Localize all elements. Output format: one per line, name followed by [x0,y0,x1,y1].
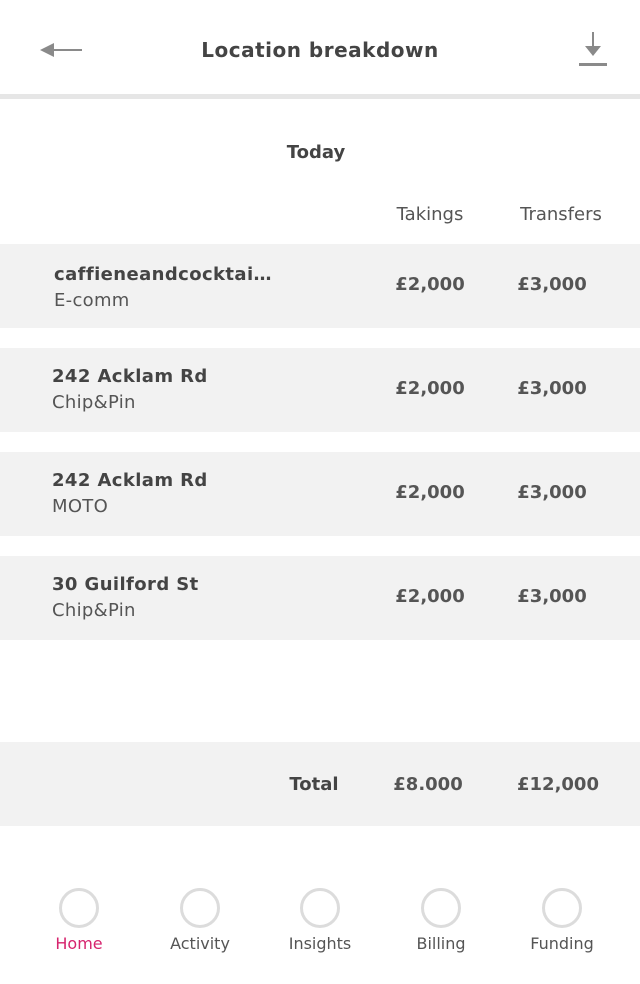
location-name: 242 Acklam Rd [52,366,208,387]
location-type: E-comm [54,290,130,311]
nav-item-billing[interactable]: Billing [386,886,496,966]
location-type: Chip&Pin [52,392,136,413]
location-transfers: £3,000 [517,482,587,503]
location-row[interactable]: 242 Acklam Rd Chip&Pin £2,000 £3,000 [0,348,640,432]
location-name: 242 Acklam Rd [52,470,208,491]
header-divider [0,94,640,99]
arrow-left-icon [40,40,84,64]
total-row: Total £8.000 £12,000 [0,742,640,826]
location-type: MOTO [52,496,109,517]
header: Location breakdown [0,0,640,96]
nav-item-home[interactable]: Home [24,886,134,966]
nav-label-insights: Insights [288,934,352,953]
nav-item-insights[interactable]: Insights [265,886,375,966]
nav-label-activity: Activity [170,934,230,953]
location-type: Chip&Pin [52,600,136,621]
home-icon [59,888,99,928]
activity-icon [180,888,220,928]
page-title: Location breakdown [201,38,439,62]
location-breakdown-screen: Location breakdown Today Takings Transfe… [0,0,640,984]
bottom-nav: Home Activity Insights Billing Funding [0,860,640,984]
total-transfers: £12,000 [517,774,599,795]
insights-icon [300,888,340,928]
location-takings: £2,000 [395,274,465,295]
download-icon [578,32,608,72]
total-label: Total [289,774,339,795]
total-takings: £8.000 [393,774,463,795]
location-row[interactable]: caffieneandcocktails... E-comm £2,000 £3… [0,244,640,328]
transfers-column-header: Transfers [520,204,602,225]
nav-label-funding: Funding [530,934,594,953]
nav-item-activity[interactable]: Activity [145,886,255,966]
location-transfers: £3,000 [517,378,587,399]
location-transfers: £3,000 [517,274,587,295]
back-button[interactable] [30,30,94,74]
location-takings: £2,000 [395,378,465,399]
takings-column-header: Takings [396,204,464,225]
location-name: caffieneandcocktails... [54,264,274,285]
location-name: 30 Guilford St [52,574,199,595]
download-button[interactable] [570,30,616,74]
funding-icon [542,888,582,928]
period-label: Today [286,142,346,163]
location-transfers: £3,000 [517,586,587,607]
nav-item-funding[interactable]: Funding [507,886,617,966]
nav-label-billing: Billing [416,934,466,953]
location-takings: £2,000 [395,586,465,607]
location-row[interactable]: 30 Guilford St Chip&Pin £2,000 £3,000 [0,556,640,640]
location-takings: £2,000 [395,482,465,503]
nav-label-home: Home [55,934,103,953]
billing-icon [421,888,461,928]
location-row[interactable]: 242 Acklam Rd MOTO £2,000 £3,000 [0,452,640,536]
